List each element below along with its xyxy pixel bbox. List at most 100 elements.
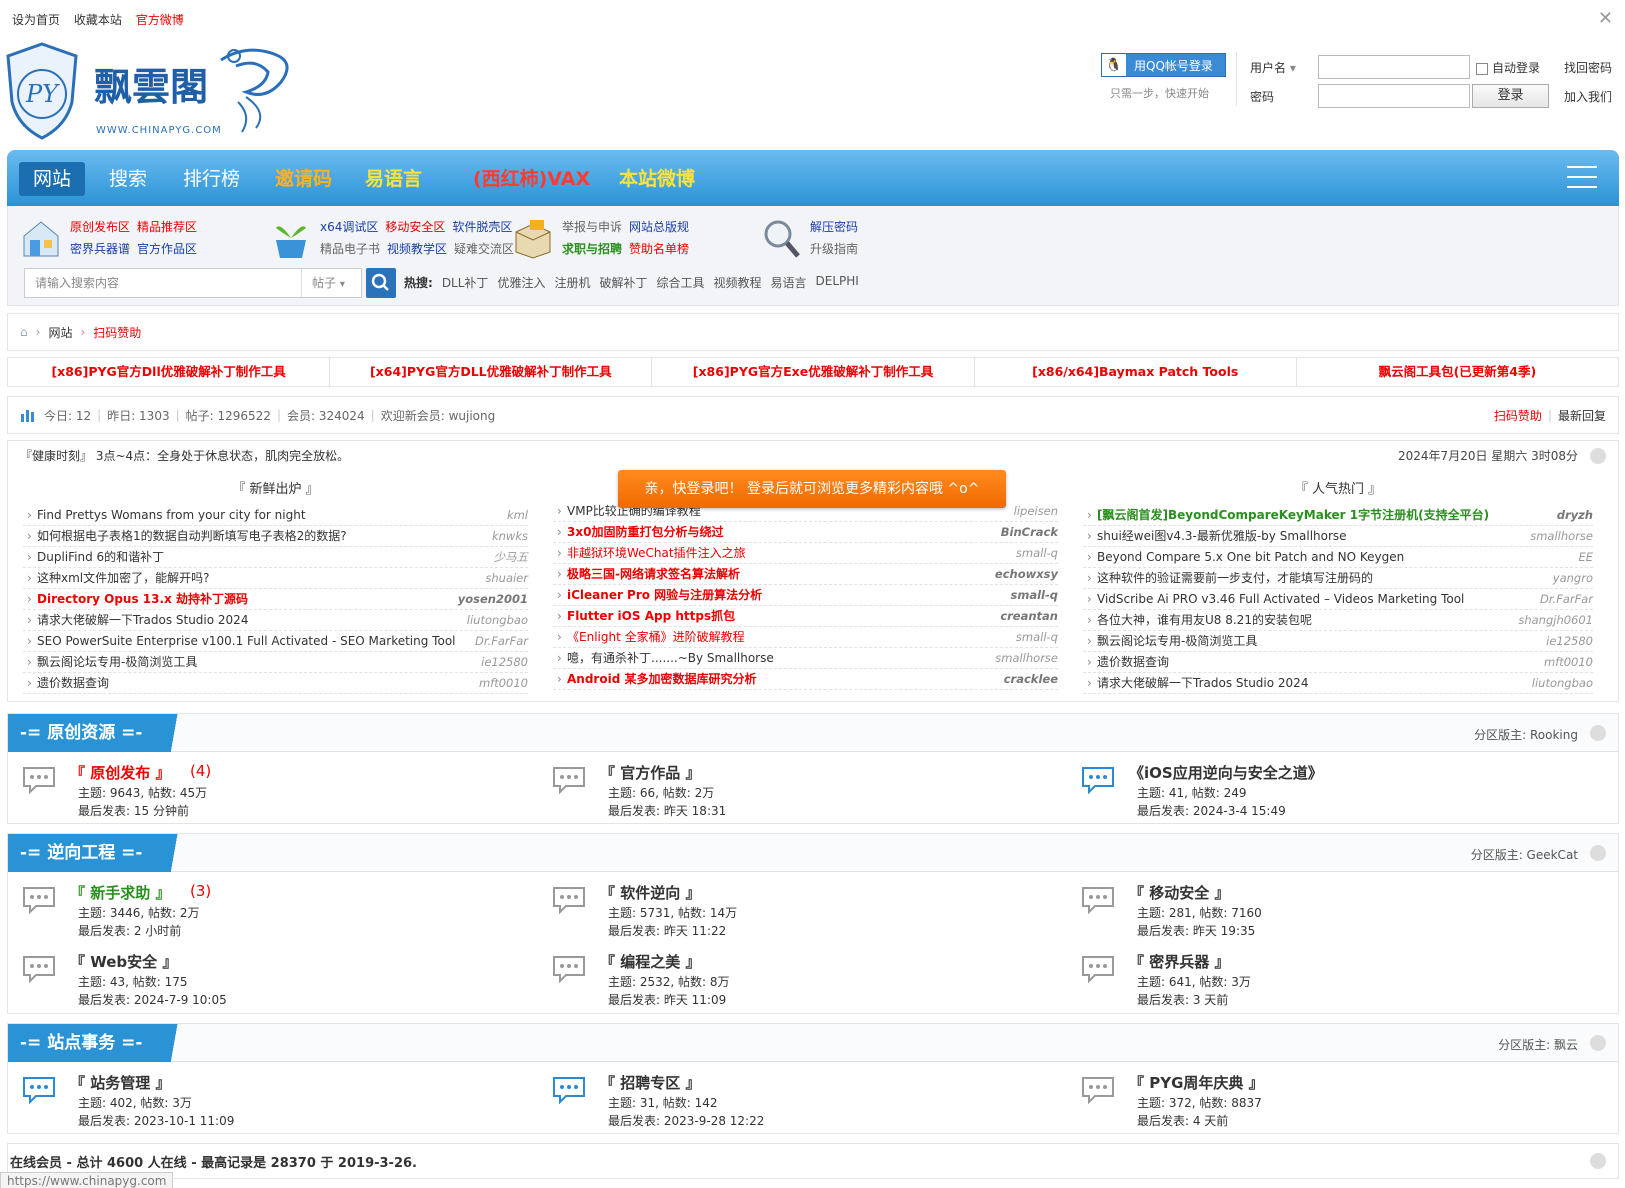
nav-item-vax[interactable]: (西红柿)VAX: [459, 162, 604, 196]
collapse-icon[interactable]: [1590, 845, 1606, 861]
forum-item[interactable]: 『 官方作品 』 主题: 66, 帖数: 2万 最后发表: 昨天 18:31: [552, 762, 1052, 824]
announcement-link[interactable]: [x86]PYG官方Dll优雅破解补丁制作工具: [8, 358, 331, 386]
forum-last-post[interactable]: 最后发表: 2024-7-9 10:05: [78, 991, 227, 1008]
password-input[interactable]: [1318, 84, 1470, 108]
forum-name[interactable]: 『 官方作品 』: [600, 762, 700, 783]
list-item[interactable]: 请求大佬破解一下Trados Studio 2024liutongbao: [23, 610, 528, 631]
hot-search-link[interactable]: 视频教程: [714, 274, 762, 291]
search-type-select[interactable]: 帖子 ▾: [301, 269, 361, 297]
site-logo[interactable]: PY 飘雲閣 WWW.CHINAPYG.COM: [6, 42, 306, 142]
list-item[interactable]: 这种xml文件加密了，能解开吗?shuaier: [23, 568, 528, 589]
announcement-link[interactable]: [x86]PYG官方Exe优雅破解补丁制作工具: [652, 358, 975, 386]
section-title[interactable]: -= 原创资源 =-: [8, 723, 142, 743]
forum-name[interactable]: 『 原创发布 』: [70, 762, 170, 783]
list-item[interactable]: 遗价数据查询mft0010: [23, 673, 528, 694]
search-button[interactable]: [366, 268, 396, 298]
list-item[interactable]: Find Prettys Womans from your city for n…: [23, 505, 528, 526]
forum-item[interactable]: 『 招聘专区 』 主题: 31, 帖数: 142 最后发表: 2023-9-28…: [552, 1072, 1052, 1134]
list-item[interactable]: iCleaner Pro 网验与注册算法分析small-q: [553, 585, 1058, 606]
login-prompt-banner[interactable]: 亲，快登录吧！ 登录后就可浏览更多精彩内容哦 ^o^: [618, 470, 1006, 508]
list-item[interactable]: [飘云阁首发]BeyondCompareKeyMaker 1字节注册机(支持全平…: [1083, 505, 1593, 526]
collapse-icon[interactable]: [1590, 725, 1606, 741]
expand-icon[interactable]: [1590, 1153, 1606, 1169]
login-button[interactable]: 登录: [1472, 84, 1549, 108]
forum-last-post[interactable]: 最后发表: 3 天前: [1137, 991, 1228, 1008]
quick-link[interactable]: 密界兵器谱: [70, 238, 130, 260]
forum-last-post[interactable]: 最后发表: 昨天 19:35: [1137, 922, 1255, 939]
forum-name[interactable]: 『 移动安全 』: [1129, 882, 1229, 903]
forum-last-post[interactable]: 最后发表: 4 天前: [1137, 1112, 1228, 1129]
weibo-link[interactable]: 官方微博: [136, 13, 184, 27]
collapse-icon[interactable]: [1590, 1035, 1606, 1051]
forum-name[interactable]: 『 站务管理 』: [70, 1072, 170, 1093]
nav-item-weibo[interactable]: 本站微博: [605, 162, 709, 196]
forum-last-post[interactable]: 最后发表: 2023-10-1 11:09: [78, 1112, 234, 1129]
list-item[interactable]: 飘云阁论坛专用-极简浏览工具ie12580: [23, 652, 528, 673]
list-item[interactable]: 各位大神，谁有用友U8 8.21的安装包呢shangjh0601: [1083, 610, 1593, 631]
list-item[interactable]: 极略三国-网络请求签名算法解析echowxsy: [553, 564, 1058, 585]
list-item[interactable]: Beyond Compare 5.x One bit Patch and NO …: [1083, 547, 1593, 568]
section-title[interactable]: -= 站点事务 =-: [8, 1033, 142, 1053]
forum-last-post[interactable]: 最后发表: 昨天 11:09: [608, 991, 726, 1008]
quick-link[interactable]: 原创发布区: [70, 216, 130, 238]
forum-item[interactable]: 『 站务管理 』 主题: 402, 帖数: 3万 最后发表: 2023-10-1…: [22, 1072, 522, 1134]
forum-name[interactable]: 『 密界兵器 』: [1129, 951, 1229, 972]
nav-item-eyuyan[interactable]: 易语言: [351, 162, 436, 196]
breadcrumb-home[interactable]: 网站: [48, 324, 72, 341]
list-item[interactable]: 飘云阁论坛专用-极简浏览工具ie12580: [1083, 631, 1593, 652]
forum-item[interactable]: 『 密界兵器 』 主题: 641, 帖数: 3万 最后发表: 3 天前: [1081, 951, 1581, 1013]
section-title[interactable]: -= 逆向工程 =-: [8, 843, 142, 863]
forum-name[interactable]: 『 编程之美 』: [600, 951, 700, 972]
set-home-link[interactable]: 设为首页: [12, 13, 60, 27]
hot-search-link[interactable]: DELPHI: [816, 274, 859, 291]
hot-search-link[interactable]: DLL补丁: [442, 274, 489, 291]
quick-link[interactable]: 赞助名单榜: [629, 238, 689, 260]
forum-name[interactable]: 『 PYG周年庆典 』: [1129, 1072, 1264, 1093]
list-item[interactable]: shui经wei图v4.3-最新优雅版-by Smallhorsesmallho…: [1083, 526, 1593, 547]
nav-item-site[interactable]: 网站: [19, 162, 86, 196]
forum-item[interactable]: 『 移动安全 』 主题: 281, 帖数: 7160 最后发表: 昨天 19:3…: [1081, 882, 1581, 944]
qq-login-button[interactable]: 🐧 用QQ帐号登录: [1101, 53, 1226, 77]
forum-item[interactable]: 『 Web安全 』 主题: 43, 帖数: 175 最后发表: 2024-7-9…: [22, 951, 522, 1013]
forum-name[interactable]: 『 新手求助 』: [70, 882, 170, 903]
quick-link[interactable]: 精品推荐区: [137, 216, 197, 238]
list-item[interactable]: 请求大佬破解一下Trados Studio 2024liutongbao: [1083, 673, 1593, 694]
quick-link[interactable]: 求职与招聘: [562, 238, 622, 260]
announcement-link[interactable]: 飘云阁工具包(已更新第4季): [1297, 358, 1618, 386]
breadcrumb-current[interactable]: 扫码赞助: [93, 324, 141, 341]
list-item[interactable]: Android 某多加密数据库研究分析cracklee: [553, 669, 1058, 690]
hot-search-link[interactable]: 破解补丁: [599, 274, 647, 291]
quick-link[interactable]: 疑难交流区: [454, 238, 514, 260]
forum-name[interactable]: 『 Web安全 』: [70, 951, 177, 972]
forum-last-post[interactable]: 最后发表: 2 小时前: [78, 922, 181, 939]
username-type-select[interactable]: 用户名 ▾: [1250, 59, 1296, 76]
list-item[interactable]: 这种软件的验证需要前一步支付，才能填写注册码的yangro: [1083, 568, 1593, 589]
bookmark-link[interactable]: 收藏本站: [74, 13, 122, 27]
nav-item-invite[interactable]: 邀请码: [261, 162, 346, 196]
forum-last-post[interactable]: 最后发表: 2023-9-28 12:22: [608, 1112, 764, 1129]
quick-link[interactable]: 网站总版规: [629, 216, 689, 238]
forum-item[interactable]: 『 软件逆向 』 主题: 5731, 帖数: 14万 最后发表: 昨天 11:2…: [552, 882, 1052, 944]
hot-search-link[interactable]: 注册机: [554, 274, 590, 291]
hot-search-link[interactable]: 综合工具: [656, 274, 704, 291]
forum-item[interactable]: 『 原创发布 』 (4) 主题: 9643, 帖数: 45万 最后发表: 15 分…: [22, 762, 522, 824]
list-item[interactable]: 3x0加固防重打包分析与绕过BinCrack: [553, 522, 1058, 543]
quick-link[interactable]: x64调试区: [320, 216, 378, 238]
forum-last-post[interactable]: 最后发表: 昨天 11:22: [608, 922, 726, 939]
menu-icon[interactable]: [1567, 166, 1597, 196]
quick-link[interactable]: 解压密码: [810, 216, 858, 238]
join-link[interactable]: 加入我们: [1564, 88, 1612, 105]
forum-item[interactable]: 《iOS应用逆向与安全之道》 主题: 41, 帖数: 249 最后发表: 202…: [1081, 762, 1581, 824]
quick-link[interactable]: 移动安全区: [385, 216, 445, 238]
forum-item[interactable]: 『 PYG周年庆典 』 主题: 372, 帖数: 8837 最后发表: 4 天前: [1081, 1072, 1581, 1134]
forum-last-post[interactable]: 最后发表: 昨天 18:31: [608, 802, 726, 819]
collapse-icon[interactable]: [1590, 447, 1606, 464]
list-item[interactable]: DupliFind 6的和谐补丁少马五: [23, 547, 528, 568]
forum-last-post[interactable]: 最后发表: 15 分钟前: [78, 802, 189, 819]
nav-item-ranking[interactable]: 排行榜: [169, 162, 254, 196]
list-item[interactable]: 遗价数据查询mft0010: [1083, 652, 1593, 673]
home-icon[interactable]: ⌂: [20, 325, 28, 339]
username-input[interactable]: [1318, 55, 1470, 79]
list-item[interactable]: 如何根据电子表格1的数据自动判断填写电子表格2的数据?knwks: [23, 526, 528, 547]
list-item[interactable]: VidScribe Ai PRO v3.46 Full Activated – …: [1083, 589, 1593, 610]
